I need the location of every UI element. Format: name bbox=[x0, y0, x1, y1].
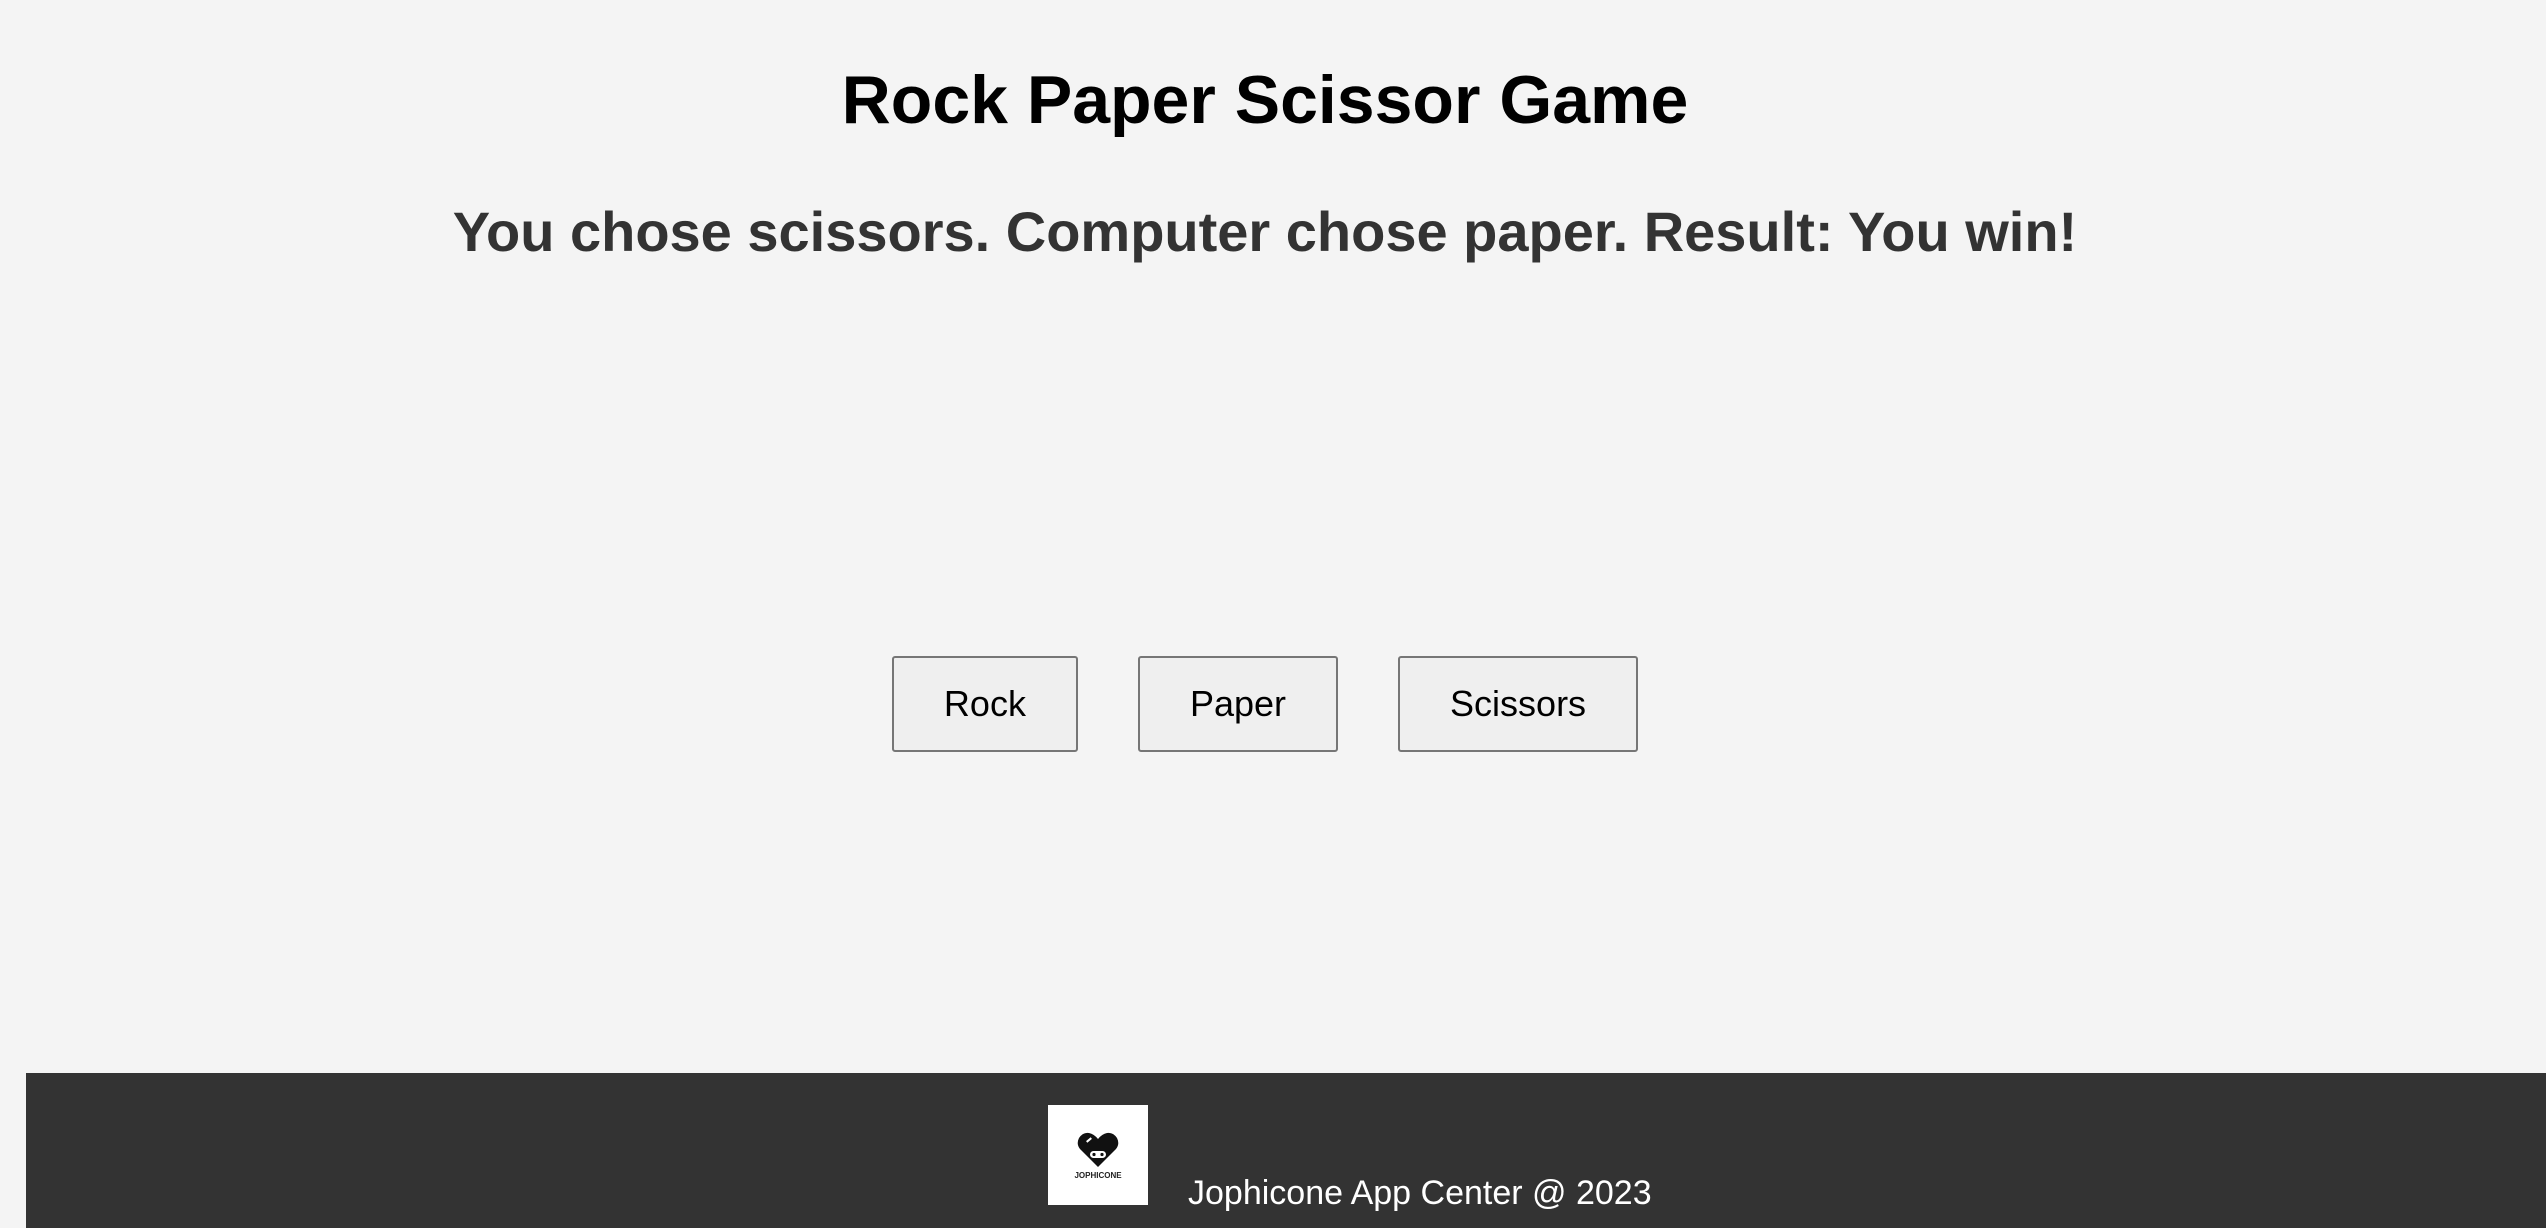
jophicone-logo: JOPHICONE bbox=[1048, 1105, 1148, 1205]
rock-button[interactable]: Rock bbox=[891, 656, 1078, 752]
footer-copyright: Jophicone App Center @ 2023 bbox=[1188, 1174, 1652, 1212]
choice-buttons: Rock Paper Scissors bbox=[0, 656, 2530, 752]
scissors-button[interactable]: Scissors bbox=[1398, 656, 1639, 752]
footer: JOPHICONE Jophicone App Center @ 2023 bbox=[26, 1073, 2546, 1228]
logo-text: JOPHICONE bbox=[1074, 1170, 1122, 1180]
footer-content: JOPHICONE Jophicone App Center @ 2023 bbox=[1048, 1105, 1652, 1212]
page-title: Rock Paper Scissor Game bbox=[841, 62, 1689, 138]
page: Rock Paper Scissor Game You chose scisso… bbox=[0, 0, 2546, 1228]
heart-gamepad-icon bbox=[1077, 1132, 1119, 1167]
paper-button[interactable]: Paper bbox=[1137, 656, 1339, 752]
result-message: You chose scissors. Computer chose paper… bbox=[452, 200, 2078, 263]
